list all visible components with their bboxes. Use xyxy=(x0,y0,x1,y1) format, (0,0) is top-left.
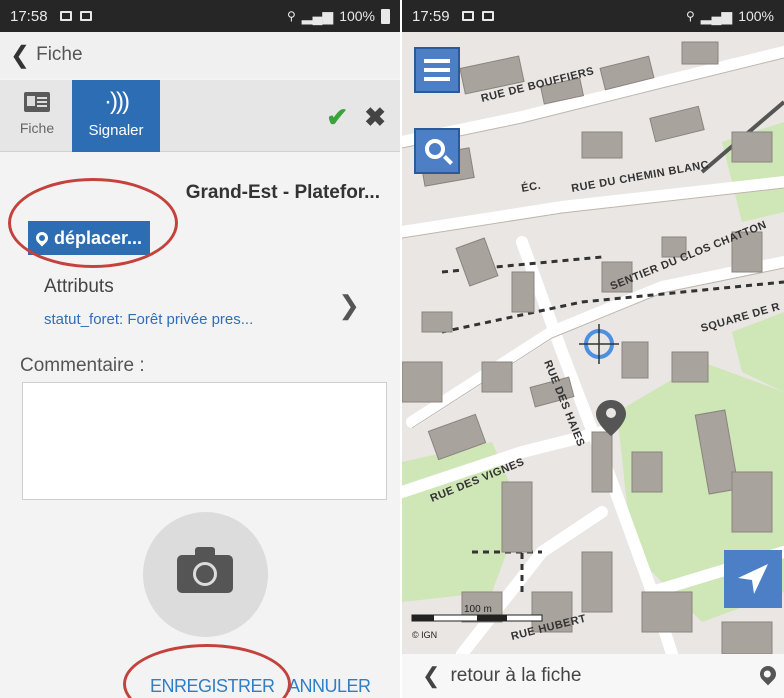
camera-icon xyxy=(177,547,233,593)
return-to-form-label: retour à la fiche xyxy=(450,665,582,686)
chevron-left-icon: ❮ xyxy=(422,663,441,688)
place-title: Grand-Est - Platefor... xyxy=(185,182,380,203)
gallery-icon xyxy=(59,11,72,21)
status-bar-map: 17:59 ⚲ ▂▄▆ 100% xyxy=(402,0,784,32)
tab-fiche[interactable]: Fiche xyxy=(6,80,68,152)
confirm-check-icon[interactable]: ✔ xyxy=(326,102,348,133)
map-pin-icon[interactable] xyxy=(756,662,780,686)
cancel-button[interactable]: ANNULER xyxy=(288,676,371,697)
map-footer[interactable]: ❮ retour à la fiche xyxy=(402,654,784,698)
hamburger-icon xyxy=(424,68,450,72)
signal-icon: ▂▄▆ xyxy=(301,7,334,24)
battery-icon xyxy=(381,8,390,24)
map-panel: 17:59 ⚲ ▂▄▆ 100% RUE DE BOUFFIERS ÉC. RU… xyxy=(402,0,784,698)
attributes-value[interactable]: statut_foret: Forêt privée pres... xyxy=(44,311,253,328)
close-icon[interactable]: ✖ xyxy=(364,102,386,133)
broadcast-icon: ·))) xyxy=(104,88,130,115)
tab-fiche-label: Fiche xyxy=(19,120,55,136)
navigation-arrow-icon xyxy=(738,564,768,594)
comment-label: Commentaire : xyxy=(20,355,145,376)
location-status-icon: ⚲ xyxy=(685,9,695,23)
save-button[interactable]: ENREGISTRER xyxy=(150,676,275,697)
map-pin-icon xyxy=(33,229,51,247)
back-header[interactable]: ❮ Fiche xyxy=(0,32,400,78)
form-panel: 17:58 ⚲ ▂▄▆ 100% ❮ Fiche Fiche ·))) Sign… xyxy=(0,0,400,698)
location-status-icon: ⚲ xyxy=(286,9,296,23)
move-button[interactable]: déplacer... xyxy=(28,221,151,255)
attributes-label[interactable]: Attributs xyxy=(44,276,114,298)
scale-label: 100 m xyxy=(464,604,492,615)
battery-percent: 100% xyxy=(339,8,375,24)
tab-bar: Fiche ·))) Signaler ✔ ✖ xyxy=(0,80,400,152)
status-time-map: 17:59 xyxy=(412,7,450,25)
back-label: Fiche xyxy=(36,44,83,65)
signal-icon: ▂▄▆ xyxy=(700,7,733,24)
chevron-left-icon: ❮ xyxy=(10,41,31,69)
search-icon xyxy=(425,139,445,159)
status-bar: 17:58 ⚲ ▂▄▆ 100% xyxy=(0,0,400,32)
tab-signaler-label: Signaler xyxy=(88,122,144,139)
search-button[interactable] xyxy=(414,128,460,174)
chevron-right-icon[interactable]: ❯ xyxy=(338,290,360,321)
ign-credit: © IGN xyxy=(412,630,437,640)
battery-percent-map: 100% xyxy=(738,8,774,24)
menu-button[interactable] xyxy=(414,47,460,93)
locate-button[interactable] xyxy=(724,550,782,608)
tab-signaler[interactable]: ·))) Signaler xyxy=(72,80,160,152)
notification-icon xyxy=(79,11,92,21)
comment-field[interactable] xyxy=(22,382,387,500)
notification-icon xyxy=(481,11,494,21)
gallery-icon xyxy=(461,11,474,21)
status-time: 17:58 xyxy=(10,7,48,25)
id-card-icon xyxy=(24,92,50,112)
move-button-label: déplacer... xyxy=(54,227,143,248)
